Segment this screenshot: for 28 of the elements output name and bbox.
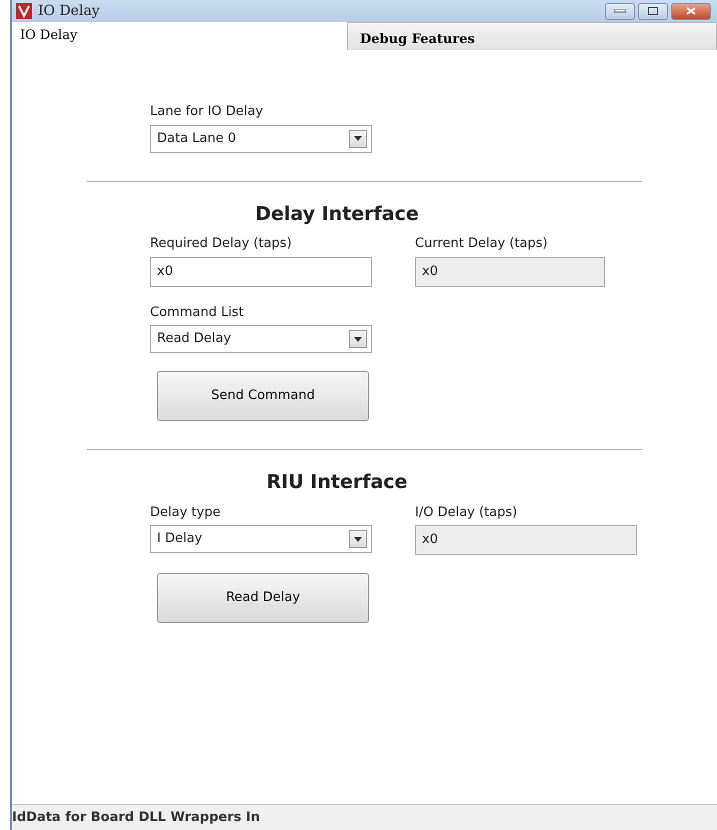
send-button[interactable]: Send Command bbox=[157, 371, 369, 421]
minimize-button[interactable] bbox=[605, 2, 635, 20]
tab[interactable]: Debug Features bbox=[347, 22, 717, 50]
status-text: Id bbox=[12, 808, 26, 827]
section-title: RIU Interface bbox=[266, 470, 408, 495]
field-label: Command List bbox=[150, 304, 244, 322]
caret-icon bbox=[354, 136, 362, 141]
maximize-icon bbox=[648, 7, 658, 15]
dropdown[interactable]: I Delay bbox=[150, 525, 372, 553]
app-icon bbox=[16, 3, 32, 19]
field-label: Current Delay (taps) bbox=[415, 235, 548, 253]
close-icon bbox=[686, 7, 696, 15]
field-label: Required Delay (taps) bbox=[150, 235, 292, 253]
caret-icon bbox=[354, 336, 362, 342]
field-label: Lane for IO Delay bbox=[150, 103, 264, 121]
minimize-icon bbox=[614, 9, 626, 13]
input-field[interactable]: x0 bbox=[150, 256, 372, 286]
window-title: IO Delay bbox=[38, 2, 100, 20]
dropdown[interactable]: Read Delay bbox=[150, 325, 372, 353]
dropdown[interactable]: Data Lane 0 bbox=[150, 124, 372, 152]
read-button[interactable]: Read Delay bbox=[157, 573, 369, 623]
maximize-button[interactable] bbox=[638, 2, 668, 20]
section-title: Delay Interface bbox=[254, 202, 420, 226]
status-text: Data for Board DLL Wrappers In bbox=[26, 808, 260, 827]
field-label: Delay type bbox=[150, 504, 220, 522]
field-label: I/O Delay (taps) bbox=[415, 504, 518, 522]
close-button[interactable] bbox=[671, 2, 711, 20]
caret-icon bbox=[354, 536, 362, 542]
